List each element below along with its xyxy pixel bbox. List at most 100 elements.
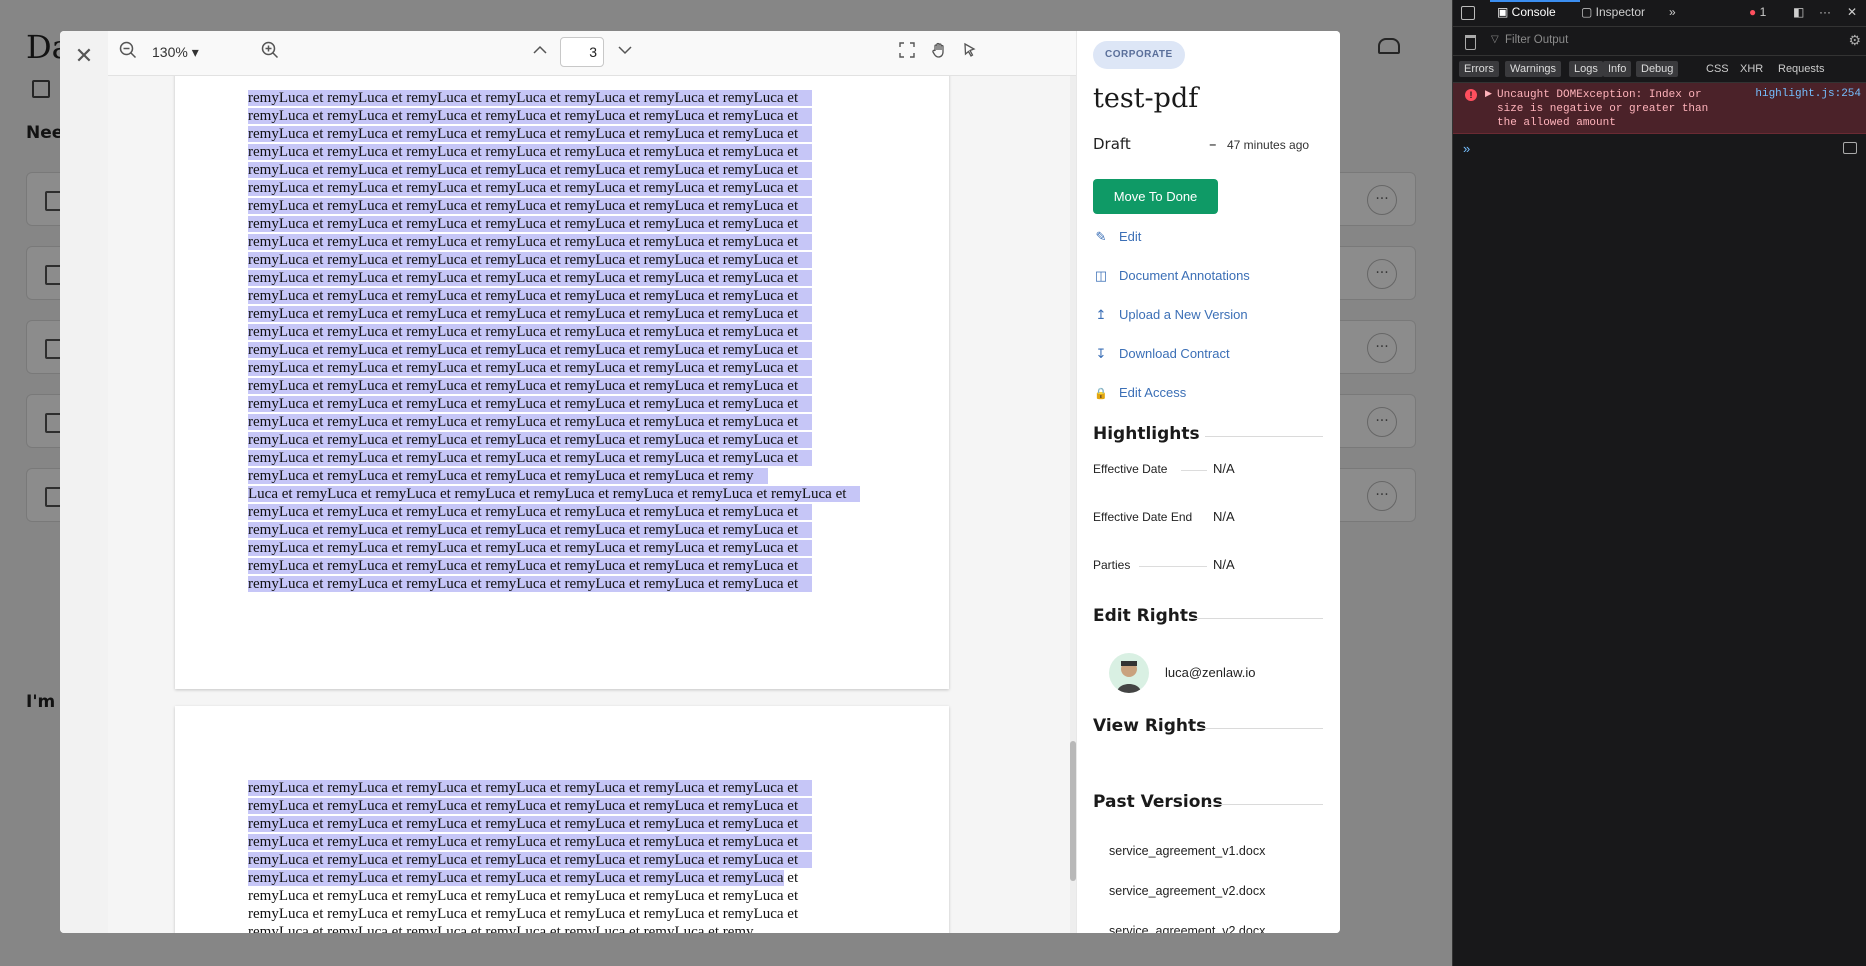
highlights-heading: Hightlights	[1093, 424, 1200, 444]
page-number-input[interactable]: 3	[560, 37, 604, 67]
connector-line	[1139, 566, 1207, 567]
console-prompt[interactable]: »	[1463, 141, 1470, 156]
selected-text: remyLuca et remyLuca et remyLuca et remy…	[248, 144, 813, 160]
filter-logs[interactable]: Logs	[1569, 61, 1603, 77]
text-line: remyLuca et remyLuca et remyLuca et remy…	[248, 323, 860, 341]
text-line: remyLuca et remyLuca et remyLuca et remy…	[248, 179, 860, 197]
line-text: remyLuca et remyLuca et remyLuca et remy…	[248, 924, 754, 933]
view-rights-heading: View Rights	[1093, 716, 1207, 736]
filter-warnings[interactable]: Warnings	[1505, 61, 1562, 77]
dock-icon[interactable]: ◧	[1793, 5, 1804, 19]
text-line: Luca et remyLuca et remyLuca et remyLuca…	[248, 485, 861, 503]
document-annotations-action[interactable]: ◫ Document Annotations	[1093, 268, 1250, 290]
filter-requests[interactable]: Requests	[1773, 61, 1829, 77]
text-line: remyLuca et remyLuca et remyLuca et remy…	[248, 377, 860, 395]
text-line: remyLuca et remyLuca et remyLuca et remy…	[248, 107, 860, 125]
action-label: Download Contract	[1119, 346, 1230, 361]
page-text: remyLuca et remyLuca et remyLuca et remy…	[248, 779, 846, 933]
active-tab-indicator	[1490, 0, 1580, 2]
text-line: remyLuca et remyLuca et remyLuca et remy…	[248, 233, 860, 251]
selected-text: remyLuca et remyLuca et remyLuca et remy…	[248, 468, 768, 484]
version-item[interactable]: service_agreement_v1.docx	[1109, 844, 1265, 858]
chevron-up-icon[interactable]	[528, 41, 552, 65]
pdf-pages[interactable]: remyLuca et remyLuca et remyLuca et remy…	[108, 76, 1076, 933]
upload-version-action[interactable]: ↥ Upload a New Version	[1093, 307, 1248, 329]
download-contract-action[interactable]: ↧ Download Contract	[1093, 346, 1230, 368]
tab-inspector[interactable]: ▢ Inspector	[1581, 5, 1645, 19]
close-icon[interactable]: ✕	[1847, 5, 1857, 19]
pdf-viewer: 130% ▾ 3 remyLuca et remyLuca et remyLuc…	[108, 31, 1076, 933]
page-text: remyLuca et remyLuca et remyLuca et remy…	[248, 89, 861, 593]
text-line: remyLuca et remyLuca et remyLuca et remy…	[248, 89, 860, 107]
error-source-link[interactable]: highlight.js:254	[1755, 88, 1861, 100]
close-icon[interactable]: ✕	[70, 43, 98, 71]
selected-text: remyLuca et remyLuca et remyLuca et remy…	[248, 198, 813, 214]
status-label: Draft	[1093, 135, 1131, 153]
selected-text: remyLuca et remyLuca et remyLuca et remy…	[248, 780, 813, 796]
filter-info[interactable]: Info	[1603, 61, 1632, 77]
version-item[interactable]: service_agreement_v2.docx	[1109, 884, 1265, 898]
action-label: Edit Access	[1119, 385, 1187, 400]
move-to-done-button[interactable]: Move To Done	[1093, 179, 1218, 214]
selected-text: remyLuca et remyLuca et remyLuca et remy…	[248, 126, 813, 142]
selected-text: remyLuca et remyLuca et remyLuca et remy…	[248, 870, 784, 886]
selected-text: remyLuca et remyLuca et remyLuca et remy…	[248, 798, 813, 814]
selected-text: remyLuca et remyLuca et remyLuca et remy…	[248, 576, 813, 592]
lock-icon: 🔒	[1094, 388, 1108, 400]
divider	[1191, 618, 1323, 619]
console-level-filters: Errors Warnings Logs Info Debug CSS XHR …	[1453, 56, 1866, 83]
more-options-icon[interactable]: ···	[1819, 5, 1831, 19]
chevron-down-icon[interactable]	[613, 41, 637, 65]
selected-text: remyLuca et remyLuca et remyLuca et remy…	[248, 378, 813, 394]
expand-triangle-icon[interactable]: ▶	[1485, 88, 1492, 99]
edit-action[interactable]: ✎ Edit	[1093, 229, 1142, 251]
fullscreen-icon[interactable]	[895, 41, 919, 65]
zoom-select[interactable]: 130% ▾	[152, 44, 199, 61]
text-line: remyLuca et remyLuca et remyLuca et remy…	[248, 395, 860, 413]
selected-text: remyLuca et remyLuca et remyLuca et remy…	[248, 180, 813, 196]
selected-text: remyLuca et remyLuca et remyLuca et remy…	[248, 324, 813, 340]
version-item[interactable]: service_agreement_v2.docx	[1109, 924, 1265, 933]
edit-access-action[interactable]: 🔒 Edit Access	[1093, 385, 1186, 407]
hand-icon[interactable]	[927, 41, 951, 65]
filter-debug[interactable]: Debug	[1636, 61, 1679, 77]
trash-icon[interactable]	[1465, 35, 1476, 50]
text-line: remyLuca et remyLuca et remyLuca et remy…	[248, 413, 860, 431]
highlight-value: N/A	[1213, 509, 1235, 524]
element-picker-icon[interactable]	[1461, 6, 1475, 20]
zoom-out-icon[interactable]	[116, 41, 140, 65]
filter-css[interactable]: CSS	[1701, 61, 1734, 77]
highlight-label: Effective Date	[1093, 462, 1168, 476]
devtools-panel: ▣ Console ▢ Inspector » ● 1 ◧ ··· ✕ ▽ Fi…	[1452, 0, 1866, 966]
selected-text: remyLuca et remyLuca et remyLuca et remy…	[248, 360, 813, 376]
download-icon: ↧	[1095, 346, 1107, 361]
connector-line	[1181, 470, 1207, 471]
tab-label: Console	[1511, 5, 1556, 19]
text-line: remyLuca et remyLuca et remyLuca et remy…	[248, 887, 846, 905]
divider	[1207, 804, 1323, 805]
divider	[1197, 728, 1323, 729]
text-line: remyLuca et remyLuca et remyLuca et remy…	[248, 503, 860, 521]
selected-text: remyLuca et remyLuca et remyLuca et remy…	[248, 504, 813, 520]
selected-text: remyLuca et remyLuca et remyLuca et remy…	[248, 432, 813, 448]
filter-input[interactable]: Filter Output	[1505, 34, 1568, 46]
text-line: remyLuca et remyLuca et remyLuca et remy…	[248, 449, 860, 467]
category-badge: CORPORATE	[1093, 41, 1185, 69]
error-count-badge[interactable]: ● 1	[1749, 5, 1766, 19]
tab-console[interactable]: ▣ Console	[1497, 5, 1556, 19]
selected-text: remyLuca et remyLuca et remyLuca et remy…	[248, 252, 813, 268]
text-line: remyLuca et remyLuca et remyLuca et remy…	[248, 575, 860, 593]
console-error-row[interactable]: ! ▶ Uncaught DOMException: Index or size…	[1453, 83, 1866, 134]
text-line: remyLuca et remyLuca et remyLuca et remy…	[248, 269, 860, 287]
cursor-icon[interactable]	[958, 41, 982, 65]
filter-icon: ▽	[1491, 34, 1499, 45]
text-line: remyLuca et remyLuca et remyLuca et remy…	[248, 557, 860, 575]
filter-errors[interactable]: Errors	[1459, 61, 1499, 77]
text-line: remyLuca et remyLuca et remyLuca et remy…	[248, 431, 860, 449]
more-tabs-icon[interactable]: »	[1669, 5, 1676, 19]
gear-icon[interactable]: ⚙	[1848, 32, 1861, 49]
filter-xhr[interactable]: XHR	[1735, 61, 1768, 77]
zoom-in-icon[interactable]	[258, 41, 282, 65]
split-console-icon[interactable]	[1843, 142, 1857, 154]
text-line: remyLuca et remyLuca et remyLuca et remy…	[248, 869, 846, 887]
